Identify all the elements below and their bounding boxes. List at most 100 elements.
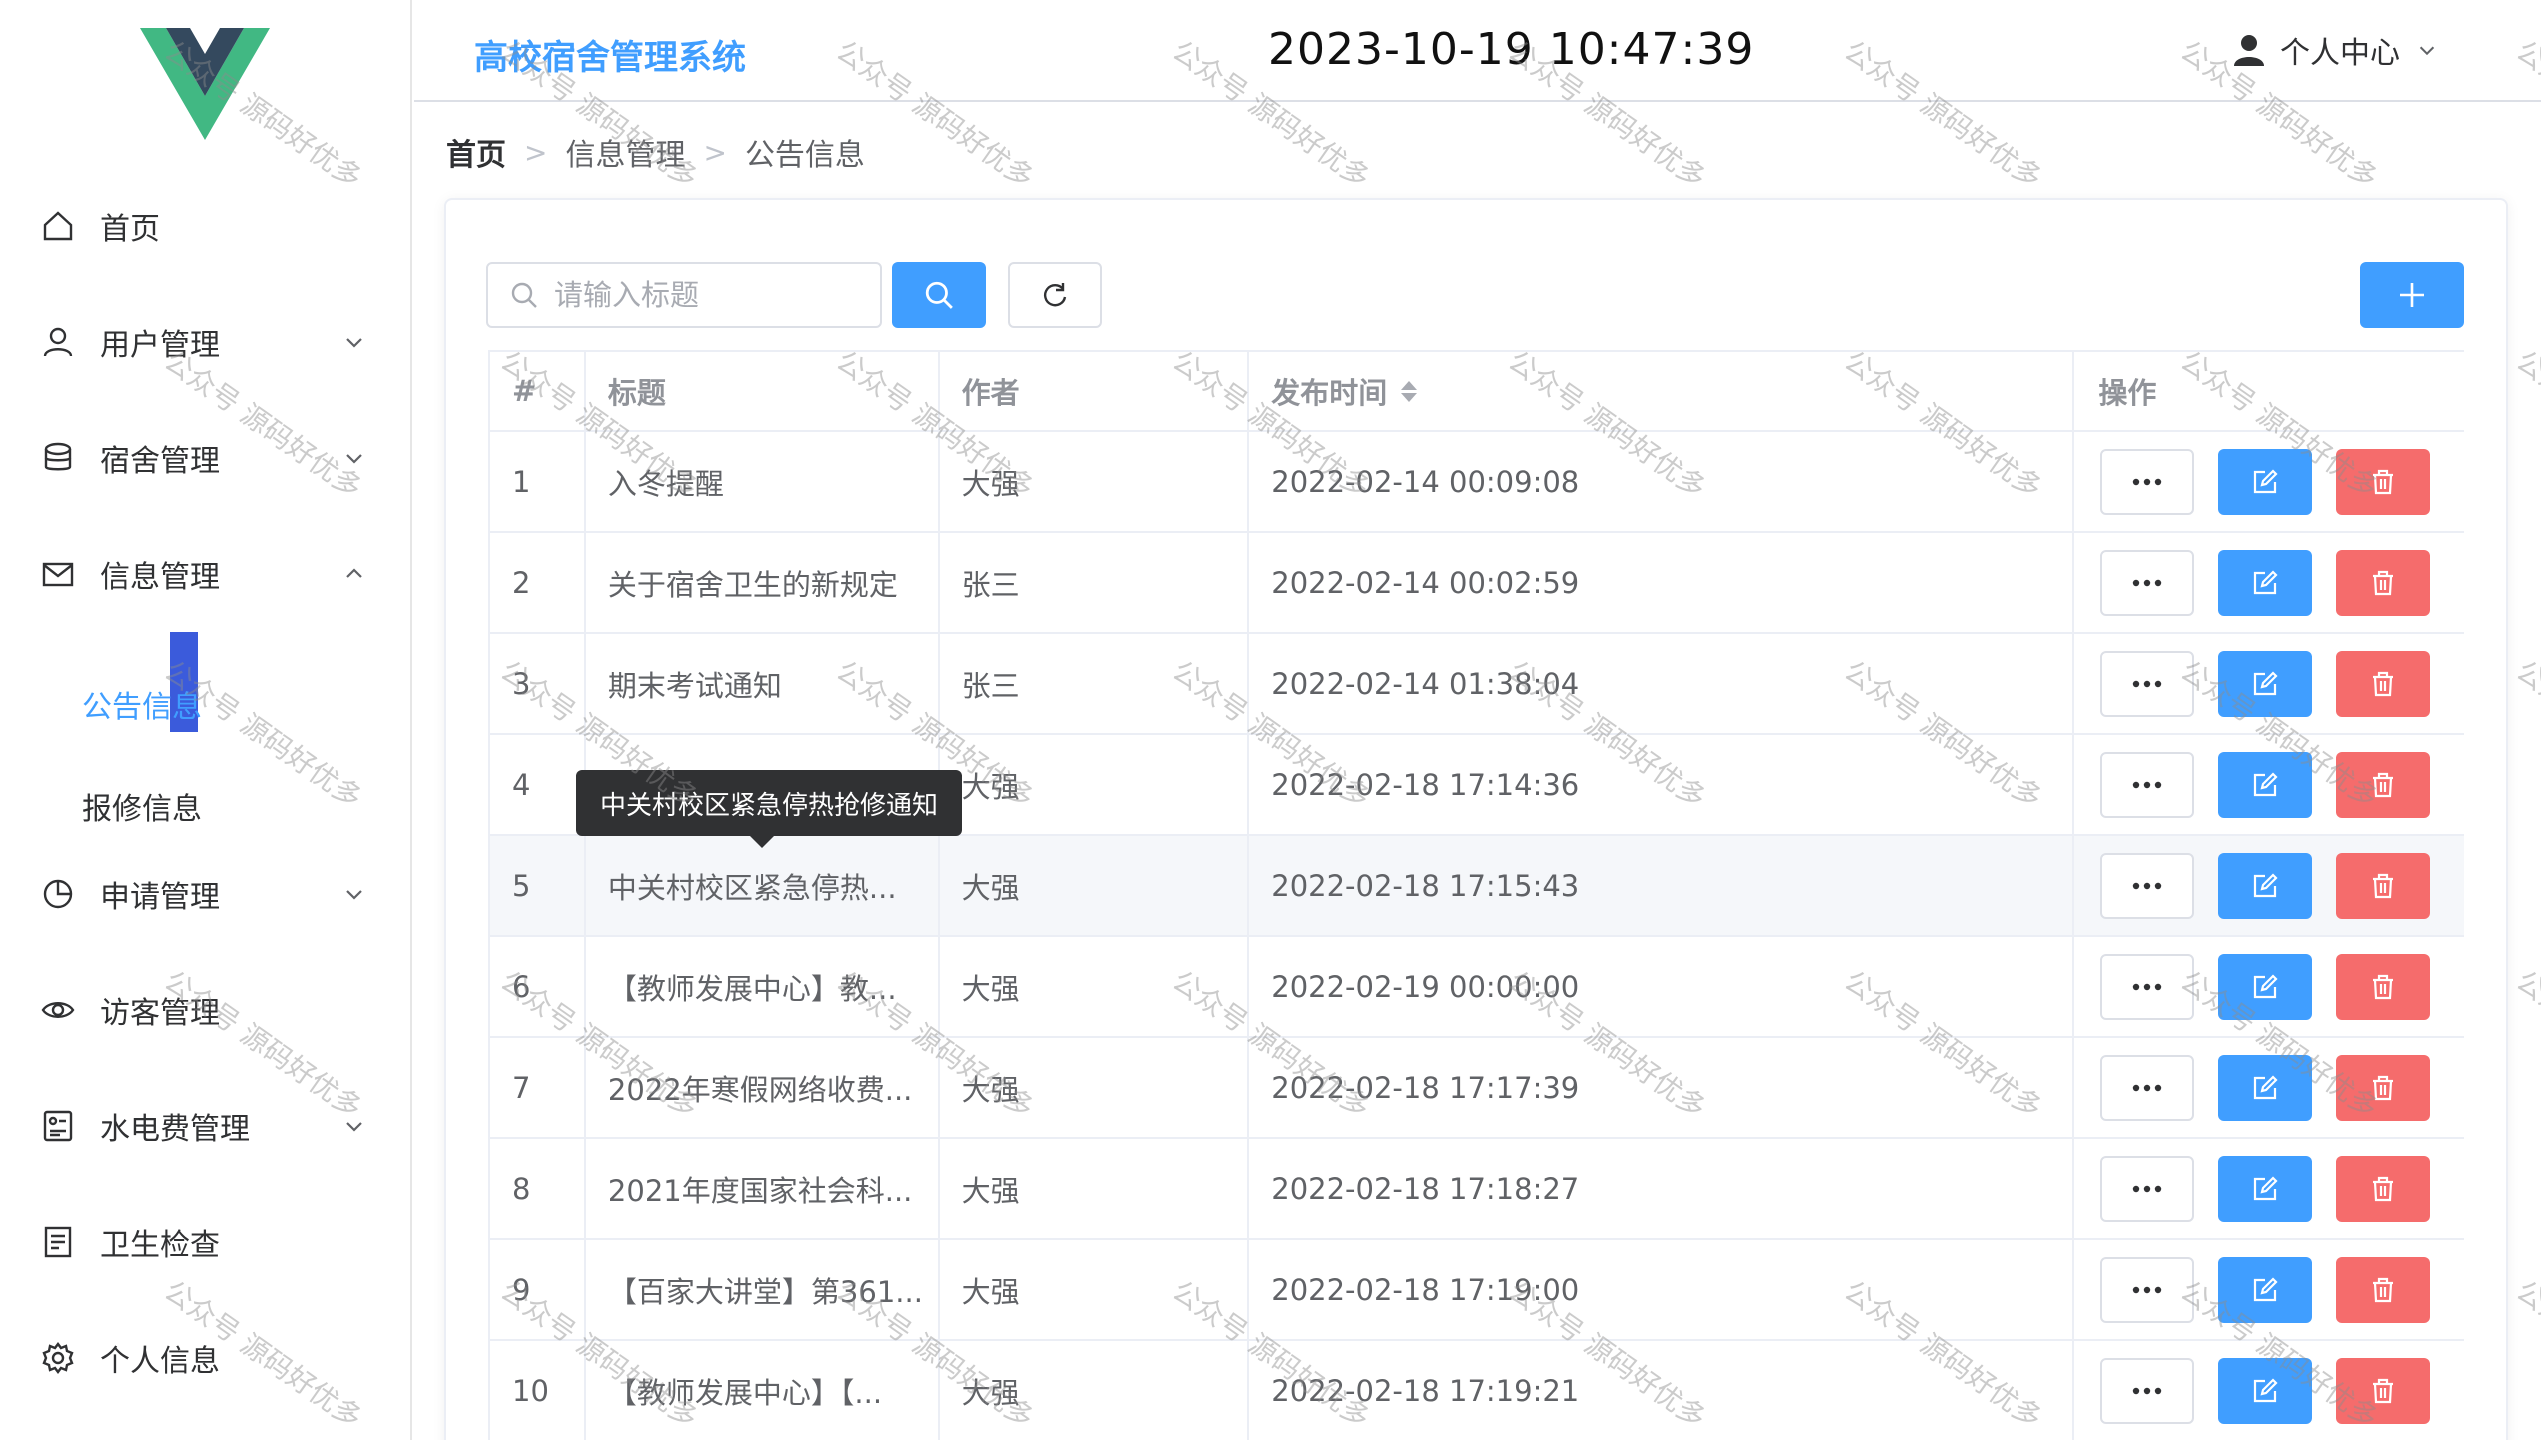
delete-button[interactable] xyxy=(2336,1358,2431,1424)
refresh-icon xyxy=(1044,283,1067,307)
sidebar-item-home[interactable]: 首页 xyxy=(0,186,410,266)
delete-icon xyxy=(2371,1176,2395,1202)
system-title: 高校宿舍管理系统 xyxy=(474,38,746,78)
table-row: 3 期末考试通知 张三 2022-02-14 01:38:04 xyxy=(490,634,2464,735)
edit-icon xyxy=(2252,1176,2278,1202)
top-header: 高校宿舍管理系统 2023-10-19 10:47:39 个人中心 xyxy=(414,0,2541,102)
notice-table: # 标题 作者 发布时间 操作 1 入冬提醒 大强 2022-02-14 00:09:… xyxy=(488,350,2464,1440)
edit-button[interactable] xyxy=(2218,752,2313,818)
chevron-down-icon xyxy=(346,890,362,900)
reset-button[interactable] xyxy=(1008,262,1102,328)
delete-button[interactable] xyxy=(2336,853,2431,919)
edit-button[interactable] xyxy=(2218,449,2313,515)
more-button[interactable] xyxy=(2100,1156,2195,1222)
delete-button[interactable] xyxy=(2336,1055,2431,1121)
delete-icon xyxy=(2371,772,2395,798)
sidebar: 首页 用户管理 宿舍管理 信息管理 公告信息 报修信息 申请管理 访客管理 水电… xyxy=(0,0,412,1440)
more-button[interactable] xyxy=(2100,550,2195,616)
delete-button[interactable] xyxy=(2336,1156,2431,1222)
sidebar-item-visitor-management[interactable]: 访客管理 xyxy=(0,970,410,1050)
search-button[interactable] xyxy=(892,262,986,328)
cell-index: 5 xyxy=(490,836,586,935)
add-button[interactable] xyxy=(2360,262,2464,328)
breadcrumb-item[interactable]: 首页 xyxy=(446,130,506,174)
more-button[interactable] xyxy=(2100,1257,2195,1323)
cell-author: 大强 xyxy=(940,1341,1250,1440)
more-button[interactable] xyxy=(2100,954,2195,1020)
more-button[interactable] xyxy=(2100,1055,2195,1121)
breadcrumb-separator-icon: > xyxy=(703,135,727,169)
cell-time: 2022-02-18 17:17:39 xyxy=(1249,1038,2075,1137)
cell-title: 入冬提醒 xyxy=(586,432,940,531)
setting-icon xyxy=(40,1340,76,1376)
search-input[interactable] xyxy=(554,278,874,312)
edit-button[interactable] xyxy=(2218,550,2313,616)
edit-button[interactable] xyxy=(2218,1358,2313,1424)
plus-icon xyxy=(2400,283,2424,307)
more-icon xyxy=(2132,478,2162,486)
sidebar-item-utility-management[interactable]: 水电费管理 xyxy=(0,1086,410,1166)
cell-title: 【教师发展中心】【... xyxy=(586,1341,940,1440)
sidebar-item-info-management[interactable]: 信息管理 xyxy=(0,534,410,614)
more-button[interactable] xyxy=(2100,1358,2195,1424)
table-header-row: # 标题 作者 发布时间 操作 xyxy=(490,352,2464,432)
more-button[interactable] xyxy=(2100,752,2195,818)
more-button[interactable] xyxy=(2100,853,2195,919)
column-header-time[interactable]: 发布时间 xyxy=(1249,352,2075,430)
cell-index: 10 xyxy=(490,1341,586,1440)
table-row: 6 【教师发展中心】教... 大强 2022-02-19 00:00:00 xyxy=(490,937,2464,1038)
sidebar-item-hygiene-check[interactable]: 卫生检查 xyxy=(0,1202,410,1282)
delete-button[interactable] xyxy=(2336,752,2431,818)
more-button[interactable] xyxy=(2100,651,2195,717)
cell-index: 9 xyxy=(490,1240,586,1339)
search-icon xyxy=(925,281,953,309)
delete-button[interactable] xyxy=(2336,651,2431,717)
delete-button[interactable] xyxy=(2336,550,2431,616)
sidebar-subitem-notices[interactable]: 公告信息 xyxy=(0,662,410,742)
edit-icon xyxy=(2252,671,2278,697)
cell-index: 6 xyxy=(490,937,586,1036)
edit-icon xyxy=(2252,1378,2278,1404)
delete-button[interactable] xyxy=(2336,449,2431,515)
edit-button[interactable] xyxy=(2218,1257,2313,1323)
sidebar-item-personal-info[interactable]: 个人信息 xyxy=(0,1318,410,1398)
edit-icon xyxy=(2252,570,2278,596)
sidebar-item-application-management[interactable]: 申请管理 xyxy=(0,854,410,934)
cell-title: 关于宿舍卫生的新规定 xyxy=(586,533,940,632)
pie-chart-icon xyxy=(40,876,76,912)
message-icon xyxy=(40,556,76,592)
cell-author: 大强 xyxy=(940,1240,1250,1339)
sidebar-subitem-repairs[interactable]: 报修信息 xyxy=(0,764,410,844)
cell-time: 2022-02-14 00:09:08 xyxy=(1249,432,2075,531)
watermark-text: 公众号 源码好优多 xyxy=(2510,1274,2541,1435)
delete-button[interactable] xyxy=(2336,1257,2431,1323)
table-body: 1 入冬提醒 大强 2022-02-14 00:09:08 2 关于宿舍卫生的新规定 张三 2… xyxy=(490,432,2464,1440)
sidebar-item-dorm-management[interactable]: 宿舍管理 xyxy=(0,418,410,498)
edit-button[interactable] xyxy=(2218,954,2313,1020)
delete-button[interactable] xyxy=(2336,954,2431,1020)
sidebar-item-user-management[interactable]: 用户管理 xyxy=(0,302,410,382)
cell-author: 大强 xyxy=(940,937,1250,1036)
sort-icon[interactable] xyxy=(1401,380,1418,402)
sidebar-subitem-label: 公告信息 xyxy=(82,690,202,725)
delete-icon xyxy=(2371,469,2395,495)
cell-title: 【百家大讲堂】第361... xyxy=(586,1240,940,1339)
table-row: 9 【百家大讲堂】第361... 大强 2022-02-18 17:19:00 xyxy=(490,1240,2464,1341)
sidebar-subitem-label: 报修信息 xyxy=(82,792,202,827)
delete-icon xyxy=(2371,873,2395,899)
cell-ops xyxy=(2074,432,2464,531)
edit-button[interactable] xyxy=(2218,1156,2313,1222)
column-header-title: 标题 xyxy=(586,352,940,430)
sidebar-item-label: 用户管理 xyxy=(100,328,220,363)
chevron-down-icon xyxy=(2419,46,2435,56)
more-button[interactable] xyxy=(2100,449,2195,515)
column-header-index: # xyxy=(490,352,586,430)
user-center-dropdown[interactable]: 个人中心 xyxy=(2234,28,2438,72)
edit-button[interactable] xyxy=(2218,853,2313,919)
cell-author: 张三 xyxy=(940,634,1250,733)
cell-time: 2022-02-18 17:18:27 xyxy=(1249,1139,2075,1238)
more-icon xyxy=(2132,1084,2162,1092)
cell-ops xyxy=(2074,735,2464,834)
edit-button[interactable] xyxy=(2218,1055,2313,1121)
edit-button[interactable] xyxy=(2218,651,2313,717)
